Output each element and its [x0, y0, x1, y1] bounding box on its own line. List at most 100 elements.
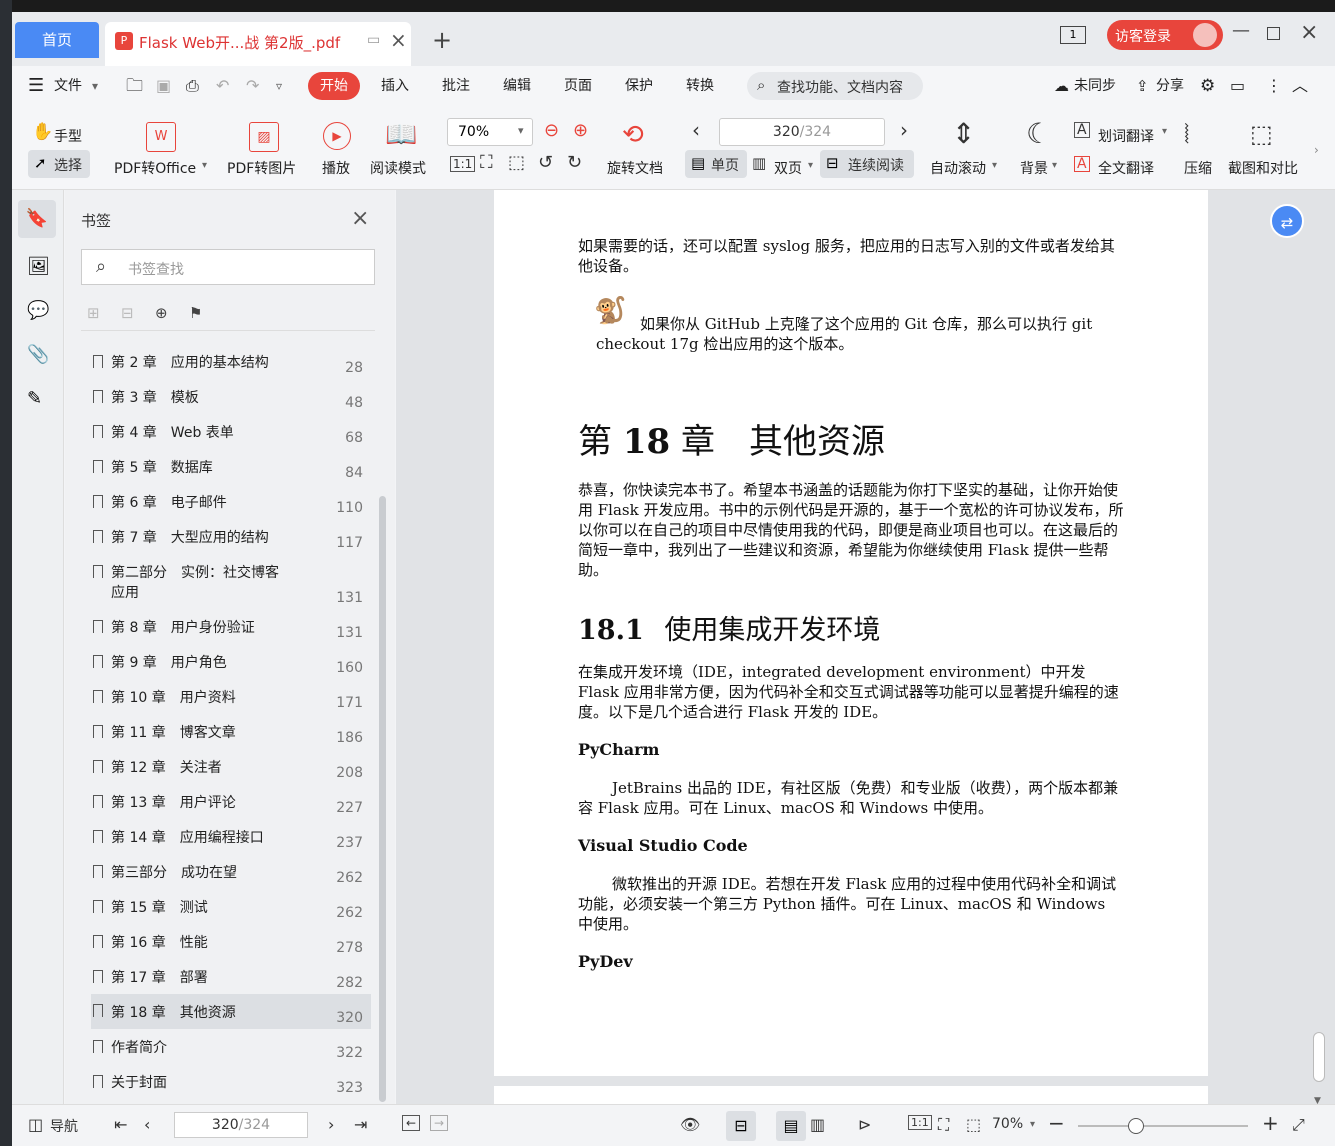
close-window-icon[interactable]: ×: [1300, 20, 1318, 45]
bookmark-item[interactable]: 第 3 章 模板 48: [91, 387, 371, 419]
actual-size-icon[interactable]: 1:1: [450, 156, 476, 172]
bookmark-scrollbar[interactable]: [379, 496, 386, 1102]
tab-document[interactable]: P Flask Web开...战 第2版_.pdf ▭ ×: [105, 22, 411, 66]
bookmark-item[interactable]: 第 8 章 用户身份验证 131: [91, 617, 371, 649]
menu-protect[interactable]: 保护: [625, 72, 653, 100]
fit-width-icon[interactable]: ⬚: [508, 154, 525, 172]
add-bookmark-icon[interactable]: ⊕: [155, 304, 168, 322]
status-zoom-value[interactable]: 70%: [992, 1116, 1023, 1132]
bookmark-flag-icon[interactable]: ⚑: [189, 304, 202, 322]
zoom-in-icon[interactable]: ⊕: [573, 122, 588, 140]
thumbnail-icon[interactable]: 🖼: [27, 256, 50, 277]
bookmark-item[interactable]: 第 15 章 测试 262: [91, 897, 371, 929]
single-view-icon[interactable]: ▤: [776, 1111, 806, 1141]
fit-page-icon[interactable]: ⛶: [938, 1115, 949, 1135]
pdf-to-office-icon[interactable]: W: [146, 122, 176, 152]
rotate-right-icon[interactable]: ↻: [567, 154, 582, 172]
share-icon[interactable]: ⇪: [1136, 72, 1149, 100]
page-count-icon[interactable]: 1: [1060, 26, 1086, 44]
eye-icon[interactable]: 👁: [680, 1115, 700, 1134]
tab-home[interactable]: 首页: [15, 22, 99, 58]
more-icon[interactable]: ⋮: [1266, 72, 1282, 100]
floating-translate-icon[interactable]: ⇄: [1270, 204, 1304, 238]
document-scrollbar[interactable]: [1313, 1032, 1325, 1082]
zoom-out-icon[interactable]: −: [1048, 1111, 1065, 1135]
single-page-button[interactable]: ▤ 单页: [685, 150, 747, 178]
minimize-icon[interactable]: —: [1232, 20, 1250, 41]
unsynced-label[interactable]: 未同步: [1074, 72, 1116, 100]
prev-page-icon[interactable]: ‹: [692, 120, 700, 140]
double-view-icon[interactable]: ▥: [810, 1115, 825, 1134]
menu-convert[interactable]: 转换: [686, 72, 714, 100]
continuous-view-icon[interactable]: ⊟: [726, 1111, 756, 1141]
fit-page-icon[interactable]: ⛶: [480, 154, 493, 172]
pin-icon[interactable]: ▭: [367, 32, 380, 48]
nav-panel-icon[interactable]: ◫: [28, 1115, 43, 1134]
next-page-icon[interactable]: ›: [328, 1115, 334, 1134]
rotate-doc-icon[interactable]: ⟲: [622, 122, 644, 148]
menu-insert[interactable]: 插入: [381, 72, 409, 100]
signature-icon[interactable]: ✎: [27, 388, 42, 409]
hamburger-icon[interactable]: ☰: [28, 72, 44, 100]
play-icon[interactable]: ▶: [323, 122, 351, 150]
close-tab-icon[interactable]: ×: [390, 28, 407, 52]
chevron-down-icon[interactable]: ▾: [1030, 1119, 1035, 1130]
menu-file[interactable]: 文件: [54, 72, 82, 100]
last-page-icon[interactable]: ⇥: [354, 1115, 367, 1134]
bookmark-item[interactable]: 第二部分 实例：社交博客 应用 131: [91, 562, 371, 612]
select-tool[interactable]: ➚ 选择: [28, 150, 90, 178]
double-page-icon[interactable]: ▥: [752, 156, 766, 171]
bookmark-item[interactable]: 关于封面 323: [91, 1072, 371, 1104]
gear-icon[interactable]: ⚙: [1200, 72, 1215, 100]
book-icon[interactable]: 📖: [385, 122, 417, 148]
collapse-ribbon-icon[interactable]: ︿: [1292, 72, 1308, 100]
new-tab-icon[interactable]: +: [432, 26, 452, 54]
continuous-read-button[interactable]: ⊟ 连续阅读: [820, 150, 914, 178]
bookmark-item[interactable]: 第 11 章 博客文章 186: [91, 722, 371, 754]
double-page-button[interactable]: 双页: [774, 158, 802, 178]
zoom-out-icon[interactable]: ⊖: [544, 122, 559, 140]
comment-icon[interactable]: ▭: [1230, 72, 1245, 100]
menu-edit[interactable]: 编辑: [503, 72, 531, 100]
menu-page[interactable]: 页面: [564, 72, 592, 100]
chevron-down-icon[interactable]: ▾: [808, 160, 813, 171]
bookmark-item[interactable]: 第 5 章 数据库 84: [91, 457, 371, 489]
rotate-left-icon[interactable]: ↺: [538, 154, 553, 172]
nav-label[interactable]: 导航: [50, 1116, 78, 1136]
prev-page-icon[interactable]: ‹: [144, 1115, 150, 1134]
cloud-sync-icon[interactable]: ☁: [1054, 72, 1069, 100]
actual-size-icon[interactable]: 1:1: [908, 1115, 932, 1130]
back-icon[interactable]: ←: [402, 1115, 421, 1131]
bookmark-icon[interactable]: 🔖: [18, 200, 56, 238]
save-icon[interactable]: ▣: [156, 72, 171, 100]
pdf-to-image-button[interactable]: PDF转图片: [227, 158, 296, 178]
auto-scroll-button[interactable]: 自动滚动: [930, 158, 986, 178]
rotate-document-button[interactable]: 旋转文档: [607, 158, 663, 178]
function-search[interactable]: ⌕ 查找功能、文档内容: [747, 72, 923, 100]
menu-annotate[interactable]: 批注: [442, 72, 470, 100]
hand-tool[interactable]: 手型: [54, 126, 82, 146]
zoom-slider-track[interactable]: [1078, 1125, 1248, 1127]
bookmark-item[interactable]: 第 7 章 大型应用的结构 117: [91, 527, 371, 559]
more-quick-icon[interactable]: ▿: [276, 72, 282, 100]
zoom-select[interactable]: 70% ▾: [447, 118, 533, 146]
bookmark-item-active[interactable]: 第 18 章 其他资源 320: [91, 994, 371, 1029]
word-translate-button[interactable]: 划词翻译: [1098, 126, 1154, 146]
pdf-to-image-icon[interactable]: ▨: [249, 122, 279, 152]
forward-icon[interactable]: →: [430, 1115, 449, 1131]
screenshot-compare-icon[interactable]: ⬚: [1250, 122, 1273, 146]
chevron-down-icon[interactable]: ▾: [202, 160, 207, 171]
screenshot-compare-button[interactable]: 截图和对比: [1228, 158, 1298, 178]
play-icon[interactable]: ⊳: [858, 1115, 871, 1134]
play-button[interactable]: 播放: [322, 158, 350, 178]
first-page-icon[interactable]: ⇤: [114, 1115, 127, 1134]
chevron-down-icon[interactable]: ▾: [1052, 160, 1057, 171]
menu-start[interactable]: 开始: [308, 72, 360, 100]
maximize-icon[interactable]: [1267, 27, 1280, 40]
bookmark-item[interactable]: 第 4 章 Web 表单 68: [91, 422, 371, 454]
redo-icon[interactable]: ↷: [246, 72, 259, 100]
chevron-down-icon[interactable]: ▾: [992, 160, 997, 171]
bookmark-item[interactable]: 第 13 章 用户评论 227: [91, 792, 371, 824]
full-translate-button[interactable]: 全文翻译: [1098, 158, 1154, 178]
chevron-right-icon[interactable]: ›: [1314, 144, 1319, 156]
